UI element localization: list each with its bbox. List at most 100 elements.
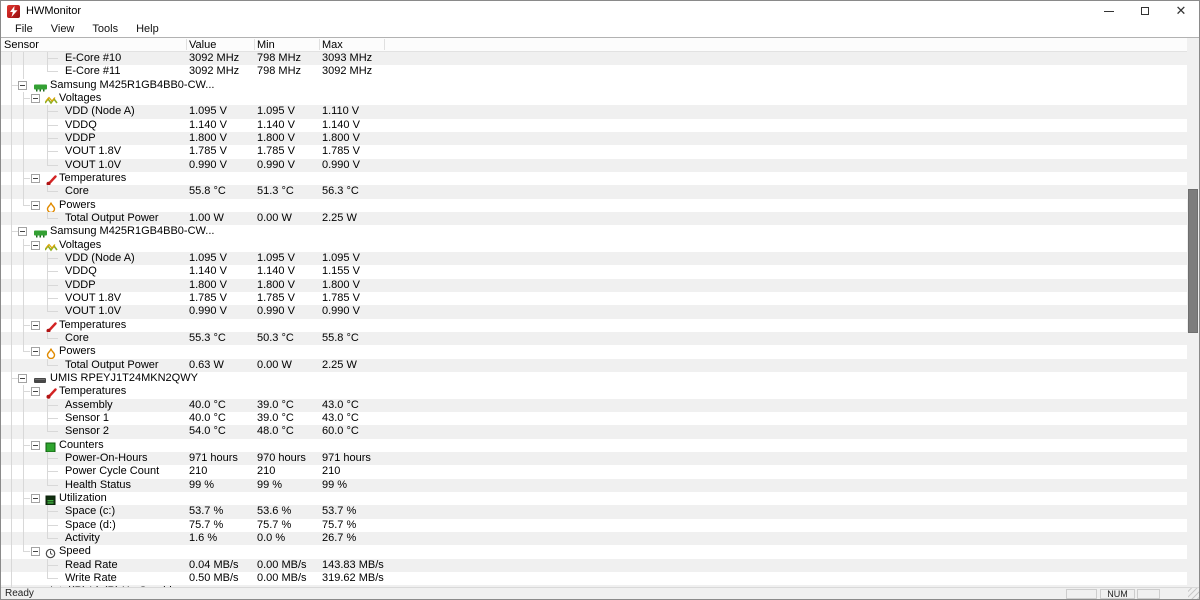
minimize-icon	[1104, 11, 1114, 12]
expand-toggle[interactable]	[18, 81, 27, 90]
menu-view[interactable]: View	[42, 23, 84, 35]
value-cell: 54.0 °C	[189, 425, 226, 438]
tree-row-total-output-power[interactable]: Total Output Power1.00 W0.00 W2.25 W	[1, 212, 1189, 225]
tree-row-temperatures[interactable]: Temperatures	[1, 172, 1189, 185]
expand-toggle[interactable]	[18, 227, 27, 236]
tree-line	[23, 65, 24, 78]
tree-row-e-core-11[interactable]: E-Core #113092 MHz798 MHz3092 MHz	[1, 65, 1189, 78]
tree-line	[11, 572, 12, 585]
expand-toggle[interactable]	[31, 174, 40, 183]
expand-toggle[interactable]	[31, 387, 40, 396]
tree-row-utilization[interactable]: Utilization	[1, 492, 1189, 505]
tree-row-vdd-node-a[interactable]: VDD (Node A)1.095 V1.095 V1.110 V	[1, 105, 1189, 118]
expand-toggle[interactable]	[18, 374, 27, 383]
column-divider[interactable]	[254, 39, 255, 50]
tree-line	[11, 159, 12, 172]
expand-toggle[interactable]	[31, 494, 40, 503]
tree-row-power-cycle-count[interactable]: Power Cycle Count210210210	[1, 465, 1189, 478]
max-cell: 99 %	[322, 479, 347, 492]
close-icon: ✕	[1176, 6, 1187, 16]
tree-row-temperatures[interactable]: Temperatures	[1, 319, 1189, 332]
maximize-button[interactable]	[1127, 1, 1163, 21]
column-header-value[interactable]: Value	[189, 39, 216, 51]
tree-row-vdd-node-a[interactable]: VDD (Node A)1.095 V1.095 V1.095 V	[1, 252, 1189, 265]
tree-line	[48, 125, 58, 126]
column-header-sensor[interactable]: Sensor	[4, 39, 39, 51]
tree-line	[11, 305, 12, 318]
tree-row-sensor-2[interactable]: Sensor 254.0 °C48.0 °C60.0 °C	[1, 425, 1189, 438]
tree-row-samsung-m425r1gb4bb0-cw[interactable]: Samsung M425R1GB4BB0-CW...	[1, 79, 1189, 92]
tree-row-vddq[interactable]: VDDQ1.140 V1.140 V1.155 V	[1, 265, 1189, 278]
tree-row-samsung-m425r1gb4bb0-cw[interactable]: Samsung M425R1GB4BB0-CW...	[1, 225, 1189, 238]
sensor-label: Activity	[65, 532, 100, 545]
menu-help[interactable]: Help	[127, 23, 168, 35]
max-cell: 210	[322, 465, 340, 478]
column-header-max[interactable]: Max	[322, 39, 343, 51]
tree-row-sensor-1[interactable]: Sensor 140.0 °C39.0 °C43.0 °C	[1, 412, 1189, 425]
tree-row-health-status[interactable]: Health Status99 %99 %99 %	[1, 479, 1189, 492]
value-cell: 53.7 %	[189, 505, 223, 518]
tree-row-vout-1-0v[interactable]: VOUT 1.0V0.990 V0.990 V0.990 V	[1, 305, 1189, 318]
tree-row-vout-1-8v[interactable]: VOUT 1.8V1.785 V1.785 V1.785 V	[1, 292, 1189, 305]
tree-row-power-on-hours[interactable]: Power-On-Hours971 hours970 hours971 hour…	[1, 452, 1189, 465]
tree-row-core[interactable]: Core55.8 °C51.3 °C56.3 °C	[1, 185, 1189, 198]
tree-row-speed[interactable]: Speed	[1, 545, 1189, 558]
expand-toggle[interactable]	[31, 547, 40, 556]
tree-row-activity[interactable]: Activity1.6 %0.0 %26.7 %	[1, 532, 1189, 545]
tree-line	[11, 92, 12, 105]
tree-line	[48, 578, 58, 579]
expand-toggle[interactable]	[31, 201, 40, 210]
tree-row-vout-1-8v[interactable]: VOUT 1.8V1.785 V1.785 V1.785 V	[1, 145, 1189, 158]
column-divider[interactable]	[319, 39, 320, 50]
vertical-scrollbar[interactable]	[1187, 38, 1199, 589]
tree-row-assembly[interactable]: Assembly40.0 °C39.0 °C43.0 °C	[1, 399, 1189, 412]
group-label: Speed	[59, 545, 91, 558]
tree-row-vddp[interactable]: VDDP1.800 V1.800 V1.800 V	[1, 279, 1189, 292]
tree-row-voltages[interactable]: Voltages	[1, 92, 1189, 105]
expand-toggle[interactable]	[31, 94, 40, 103]
menu-file[interactable]: File	[6, 23, 42, 35]
min-cell: 0.00 W	[257, 359, 292, 372]
title-bar[interactable]: HWMonitor ✕	[1, 1, 1199, 21]
menu-tools[interactable]: Tools	[83, 23, 127, 35]
tree-row-total-output-power[interactable]: Total Output Power0.63 W0.00 W2.25 W	[1, 359, 1189, 372]
column-divider[interactable]	[186, 39, 187, 50]
min-cell: 798 MHz	[257, 65, 301, 78]
tree-row-umis-rpeyj1t24mkn2qwy[interactable]: UMIS RPEYJ1T24MKN2QWY	[1, 372, 1189, 385]
max-cell: 55.8 °C	[322, 332, 359, 345]
expand-toggle[interactable]	[31, 347, 40, 356]
tree-row-vddq[interactable]: VDDQ1.140 V1.140 V1.140 V	[1, 119, 1189, 132]
max-cell: 1.095 V	[322, 252, 360, 265]
value-cell: 3092 MHz	[189, 65, 239, 78]
sensor-label: VDDQ	[65, 119, 97, 132]
expand-toggle[interactable]	[31, 241, 40, 250]
expand-toggle[interactable]	[31, 321, 40, 330]
tree-line	[23, 105, 24, 118]
tree-row-powers[interactable]: Powers	[1, 199, 1189, 212]
scrollbar-thumb[interactable]	[1188, 189, 1198, 333]
tree-row-temperatures[interactable]: Temperatures	[1, 385, 1189, 398]
value-cell: 0.63 W	[189, 359, 224, 372]
tree-row-e-core-10[interactable]: E-Core #103092 MHz798 MHz3093 MHz	[1, 52, 1189, 65]
tree-row-vddp[interactable]: VDDP1.800 V1.800 V1.800 V	[1, 132, 1189, 145]
close-button[interactable]: ✕	[1163, 1, 1199, 21]
tree-line	[11, 385, 12, 398]
value-cell: 1.785 V	[189, 292, 227, 305]
tree-line	[23, 399, 24, 412]
tree-row-space-c[interactable]: Space (c:)53.7 %53.6 %53.7 %	[1, 505, 1189, 518]
tree-row-powers[interactable]: Powers	[1, 345, 1189, 358]
tree-row-write-rate[interactable]: Write Rate0.50 MB/s0.00 MB/s319.62 MB/s	[1, 572, 1189, 585]
resize-grip[interactable]	[1188, 588, 1199, 599]
tree-row-core[interactable]: Core55.3 °C50.3 °C55.8 °C	[1, 332, 1189, 345]
tree-row-counters[interactable]: Counters	[1, 439, 1189, 452]
minimize-button[interactable]	[1091, 1, 1127, 21]
tree-row-space-d[interactable]: Space (d:)75.7 %75.7 %75.7 %	[1, 519, 1189, 532]
sensor-label: VDDP	[65, 132, 96, 145]
tree-row-voltages[interactable]: Voltages	[1, 239, 1189, 252]
column-header-min[interactable]: Min	[257, 39, 275, 51]
expand-toggle[interactable]	[31, 441, 40, 450]
column-divider[interactable]	[384, 39, 385, 50]
tree-row-read-rate[interactable]: Read Rate0.04 MB/s0.00 MB/s143.83 MB/s	[1, 559, 1189, 572]
sensor-label: Sensor 2	[65, 425, 109, 438]
tree-row-vout-1-0v[interactable]: VOUT 1.0V0.990 V0.990 V0.990 V	[1, 159, 1189, 172]
